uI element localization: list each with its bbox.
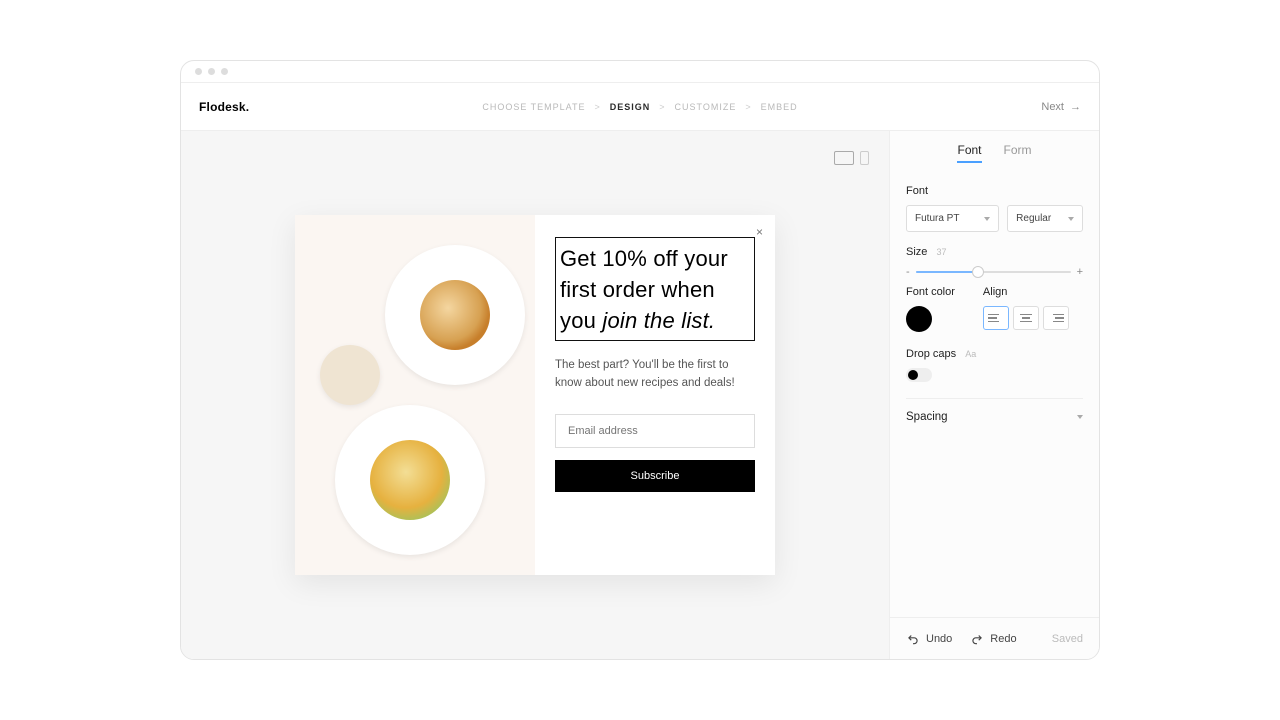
breadcrumb: CHOOSE TEMPLATE > DESIGN > CUSTOMIZE > E…	[482, 102, 797, 112]
align-group-wrapper: Align	[983, 286, 1069, 332]
next-button[interactable]: Next →	[1041, 101, 1081, 113]
email-field[interactable]	[555, 414, 755, 448]
size-label-text: Size	[906, 246, 927, 258]
canvas-area: × Get 10% off your first order when you …	[181, 131, 889, 659]
font-label: Font	[906, 185, 1083, 197]
form-image	[295, 215, 535, 575]
slider-fill	[916, 271, 978, 273]
chevron-down-icon	[1077, 415, 1083, 419]
headline-italic: join the list.	[602, 308, 715, 333]
spacing-label: Spacing	[906, 411, 948, 423]
dropcaps-group: Drop caps Aa	[906, 348, 1083, 382]
slider-plus[interactable]: +	[1077, 266, 1083, 278]
mobile-preview-icon[interactable]	[860, 151, 869, 165]
sidebar-footer: Undo Redo Saved	[890, 617, 1099, 659]
font-family-select[interactable]: Futura PT	[906, 205, 999, 232]
size-value: 37	[936, 247, 946, 257]
breadcrumb-sep: >	[659, 102, 665, 112]
undo-icon	[906, 632, 920, 646]
font-color-group: Font color	[906, 286, 955, 332]
form-content: × Get 10% off your first order when you …	[535, 215, 775, 575]
tab-font[interactable]: Font	[957, 143, 981, 163]
breadcrumb-sep: >	[595, 102, 601, 112]
body-text[interactable]: The best part? You'll be the first to kn…	[555, 357, 755, 392]
align-group	[983, 306, 1069, 330]
browser-chrome	[181, 61, 1099, 83]
align-left-button[interactable]	[983, 306, 1009, 330]
sidebar-tabs: Font Form	[890, 131, 1099, 173]
breadcrumb-step[interactable]: EMBED	[761, 102, 798, 112]
breadcrumb-step[interactable]: CHOOSE TEMPLATE	[482, 102, 585, 112]
device-toggle	[834, 151, 869, 165]
divider	[906, 398, 1083, 399]
sidebar: Font Form Font Futura PT Regular Size	[889, 131, 1099, 659]
workspace: × Get 10% off your first order when you …	[181, 131, 1099, 659]
slider-minus[interactable]: -	[906, 266, 910, 278]
app-logo: Flodesk.	[199, 100, 249, 114]
arrow-right-icon: →	[1070, 101, 1081, 113]
align-right-button[interactable]	[1043, 306, 1069, 330]
plate-illustration	[335, 405, 485, 555]
plate-illustration	[320, 345, 380, 405]
close-icon[interactable]: ×	[756, 225, 763, 239]
spacing-row[interactable]: Spacing	[906, 411, 1083, 423]
font-color-label: Font color	[906, 286, 955, 298]
undo-button[interactable]: Undo	[906, 632, 952, 646]
window-dot	[221, 68, 228, 75]
dropcaps-hint: Aa	[965, 349, 976, 359]
size-slider[interactable]	[916, 271, 1071, 273]
redo-icon	[970, 632, 984, 646]
chevron-down-icon	[1068, 217, 1074, 221]
saved-status: Saved	[1052, 633, 1083, 645]
font-panel: Font Futura PT Regular Size 37	[890, 173, 1099, 423]
headline-text[interactable]: Get 10% off your first order when you jo…	[555, 237, 755, 341]
breadcrumb-step[interactable]: DESIGN	[610, 102, 651, 112]
font-weight-select[interactable]: Regular	[1007, 205, 1083, 232]
chevron-down-icon	[984, 217, 990, 221]
browser-frame: Flodesk. CHOOSE TEMPLATE > DESIGN > CUST…	[180, 60, 1100, 660]
dropcaps-toggle[interactable]	[906, 368, 932, 382]
align-label: Align	[983, 286, 1069, 298]
topbar: Flodesk. CHOOSE TEMPLATE > DESIGN > CUST…	[181, 83, 1099, 131]
size-label: Size 37	[906, 246, 1083, 258]
font-color-swatch[interactable]	[906, 306, 932, 332]
breadcrumb-step[interactable]: CUSTOMIZE	[675, 102, 737, 112]
font-family-value: Futura PT	[915, 213, 959, 224]
redo-button[interactable]: Redo	[970, 632, 1016, 646]
subscribe-button[interactable]: Subscribe	[555, 460, 755, 492]
tab-form[interactable]: Form	[1004, 143, 1032, 163]
form-preview: × Get 10% off your first order when you …	[295, 215, 775, 575]
slider-thumb[interactable]	[972, 266, 984, 278]
font-weight-value: Regular	[1016, 213, 1051, 224]
align-center-button[interactable]	[1013, 306, 1039, 330]
window-dot	[195, 68, 202, 75]
desktop-preview-icon[interactable]	[834, 151, 854, 165]
breadcrumb-sep: >	[745, 102, 751, 112]
size-slider-row: - +	[906, 266, 1083, 278]
undo-label: Undo	[926, 633, 952, 645]
dropcaps-label: Drop caps Aa	[906, 348, 1083, 360]
next-label: Next	[1041, 101, 1064, 113]
dropcaps-label-text: Drop caps	[906, 348, 956, 360]
plate-illustration	[385, 245, 525, 385]
window-dot	[208, 68, 215, 75]
redo-label: Redo	[990, 633, 1016, 645]
